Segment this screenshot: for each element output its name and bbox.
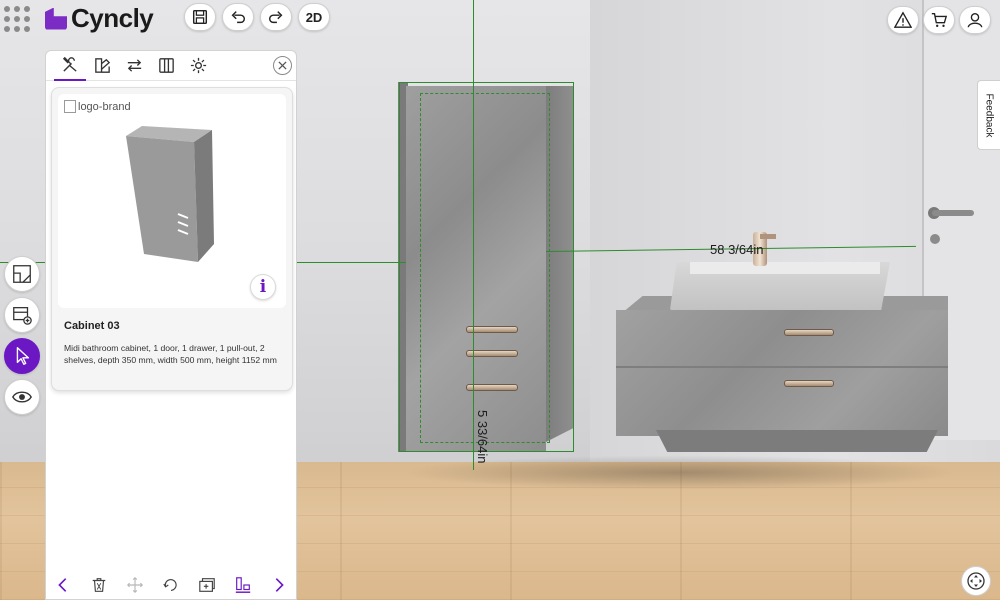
- save-icon: [192, 9, 208, 25]
- move-button[interactable]: [124, 574, 146, 596]
- user-icon: [967, 13, 983, 28]
- floorplan-icon: [13, 265, 31, 283]
- vanity-handle: [784, 329, 834, 336]
- navigation-icon: [967, 572, 985, 590]
- product-title: Cabinet 03: [64, 320, 120, 332]
- feedback-label: Feedback: [983, 93, 995, 137]
- brand-name: Cyncly: [71, 3, 154, 33]
- product-panel: logo-brand i Cabinet 03 Midi bathroom ca…: [45, 50, 297, 600]
- next-button[interactable]: [268, 574, 290, 596]
- selection-box-inner: [420, 93, 550, 443]
- duplicate-button[interactable]: [196, 574, 218, 596]
- cart-button[interactable]: [923, 6, 955, 34]
- undo-icon: [231, 11, 246, 24]
- align-icon: [235, 577, 251, 593]
- align-button[interactable]: [232, 574, 254, 596]
- vanity-underside: [656, 430, 938, 452]
- chevron-right-icon: [275, 578, 284, 592]
- brand-logo: Cyncly: [45, 3, 154, 34]
- floorplan-button[interactable]: [4, 256, 40, 292]
- view-2d-label: 2D: [305, 9, 323, 25]
- redo-button[interactable]: [260, 3, 292, 31]
- dimension-label-vertical: 5 33/64in: [475, 410, 490, 464]
- basin-rim: [690, 262, 880, 274]
- rotate-button[interactable]: [160, 574, 182, 596]
- product-card: logo-brand i Cabinet 03 Midi bathroom ca…: [51, 87, 293, 391]
- eye-icon: [12, 391, 32, 403]
- save-button[interactable]: [184, 3, 216, 31]
- move-icon: [126, 576, 144, 594]
- chevron-left-icon: [58, 578, 67, 592]
- panel-tabs: [46, 51, 296, 81]
- product-description: Midi bathroom cabinet, 1 door, 1 drawer,…: [64, 343, 277, 365]
- tab-swap[interactable]: [118, 51, 150, 81]
- product-info-button[interactable]: i: [250, 274, 276, 300]
- faucet-lever: [760, 234, 776, 239]
- tab-settings[interactable]: [182, 51, 214, 81]
- warnings-button[interactable]: [887, 6, 919, 34]
- swap-icon: [127, 59, 141, 72]
- rotate-icon: [163, 579, 177, 591]
- gear-icon: [190, 57, 206, 74]
- vanity-handle: [784, 380, 834, 387]
- previous-button[interactable]: [52, 574, 74, 596]
- feedback-tab[interactable]: Feedback: [977, 80, 1000, 150]
- app-launcher-icon[interactable]: [2, 4, 32, 34]
- select-tool-button[interactable]: [4, 338, 40, 374]
- select-cursor-icon: [16, 347, 30, 365]
- panel-footer-toolbar: [46, 571, 296, 599]
- cart-icon: [931, 13, 948, 28]
- vanity-cabinet[interactable]: [616, 310, 948, 436]
- close-icon: [278, 61, 287, 70]
- door-lock: [930, 234, 940, 244]
- warning-icon: [894, 11, 912, 28]
- view-button[interactable]: [4, 379, 40, 415]
- tools-icon: [62, 56, 77, 72]
- tab-materials[interactable]: [86, 51, 118, 81]
- undo-button[interactable]: [222, 3, 254, 31]
- logo-mark-icon: [45, 7, 67, 30]
- tab-catalog[interactable]: [150, 51, 182, 81]
- add-furniture-button[interactable]: [4, 297, 40, 333]
- product-image: logo-brand i: [58, 94, 286, 308]
- user-button[interactable]: [959, 6, 991, 34]
- door-handle: [932, 210, 974, 216]
- trash-icon: [92, 578, 106, 592]
- redo-icon: [268, 11, 283, 24]
- view-2d-button[interactable]: 2D: [298, 3, 330, 31]
- dimension-label-horizontal: 58 3/64in: [710, 242, 764, 257]
- cabinet-preview-icon: [126, 126, 214, 262]
- navigation-button[interactable]: [961, 566, 991, 596]
- materials-icon: [94, 58, 110, 73]
- catalog-icon: [158, 58, 174, 73]
- tab-tools[interactable]: [54, 51, 86, 81]
- panel-close-button[interactable]: [273, 56, 292, 75]
- delete-button[interactable]: [88, 574, 110, 596]
- vanity-drawer-gap: [616, 366, 948, 368]
- duplicate-icon: [199, 578, 215, 592]
- add-furniture-icon: [13, 307, 32, 325]
